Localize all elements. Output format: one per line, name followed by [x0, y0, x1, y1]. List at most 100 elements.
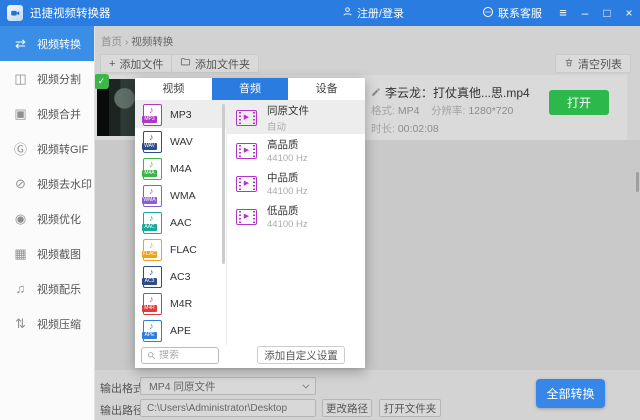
file-duration: 时长: 00:02:08 — [371, 123, 439, 135]
sidebar: ⇄ 视频转换 ◫ 视频分割 ▣ 视频合并 Ⓖ 视频转GIF ⊘ 视频去水印 ◉ … — [0, 26, 95, 420]
open-file-button[interactable]: 打开 — [549, 90, 609, 115]
video-convert-icon: ⇄ — [15, 35, 26, 51]
add-custom-setting-button[interactable]: 添加自定义设置 — [257, 346, 345, 364]
file-resolution: 分辨率: 1280*720 — [431, 105, 514, 117]
login-button[interactable]: 注册/登录 — [332, 5, 414, 21]
audio-file-icon: ♪ M4A — [142, 157, 162, 180]
minimize-icon[interactable]: – — [574, 0, 596, 26]
video-to-gif-icon: Ⓖ — [13, 142, 27, 157]
format-list-scrollbar[interactable] — [222, 104, 225, 264]
support-label: 联系客服 — [498, 8, 542, 20]
breadcrumb: 首页 › 视频转换 — [101, 34, 173, 49]
sidebar-item-label: 视频去水印 — [37, 178, 92, 191]
film-strip-icon: ▶ — [236, 142, 257, 159]
add-folder-button[interactable]: 添加文件夹 — [171, 54, 259, 73]
format-search[interactable] — [141, 347, 219, 364]
film-strip-icon: ▶ — [236, 109, 257, 126]
sidebar-item-label: 视频合并 — [37, 108, 81, 121]
tab-video[interactable]: 视频 — [135, 78, 212, 100]
quality-option-low[interactable]: ▶ 低品质 44100 Hz — [227, 200, 365, 233]
sidebar-item-label: 视频截图 — [37, 248, 81, 261]
breadcrumb-home[interactable]: 首页 — [101, 36, 122, 48]
file-name: 李云龙：打仗真他...思.mp4 — [371, 84, 530, 101]
clear-list-button[interactable]: 清空列表 — [555, 54, 631, 73]
check-badge-icon: ✓ — [94, 74, 109, 89]
sidebar-item-video-split[interactable]: ◫ 视频分割 — [0, 61, 94, 96]
search-icon — [147, 347, 156, 365]
chat-bubble-icon — [482, 6, 494, 21]
format-option-flac[interactable]: ♪ FLAC FLAC — [135, 236, 226, 263]
format-option-mp3[interactable]: ♪ MP3 MP3 — [135, 101, 226, 128]
sidebar-item-label: 视频配乐 — [37, 283, 81, 296]
tab-audio[interactable]: 音频 — [211, 78, 289, 100]
quality-option-medium[interactable]: ▶ 中品质 44100 Hz — [227, 167, 365, 200]
support-button[interactable]: 联系客服 — [472, 5, 552, 21]
format-list: ♪ MP3 MP3 ♪ WAV WAV ♪ M4A M4A ♪ WMA WMA ♪ AAC… — [135, 101, 227, 345]
sidebar-item-video-remove-watermark[interactable]: ⊘ 视频去水印 — [0, 166, 94, 201]
maximize-icon[interactable]: □ — [596, 0, 618, 26]
login-label: 注册/登录 — [356, 8, 404, 20]
quality-list: ▶ 同原文件 自动 ▶ 高品质 44100 Hz ▶ 中品质 44100 Hz — [227, 101, 365, 345]
video-remove-watermark-icon: ⊘ — [15, 175, 26, 191]
plus-icon: + — [109, 57, 116, 70]
output-path-input[interactable] — [140, 399, 316, 417]
audio-file-icon: ♪ WMA — [142, 184, 162, 207]
format-option-ape[interactable]: ♪ APE APE — [135, 317, 226, 344]
audio-file-icon: ♪ WAV — [142, 130, 162, 153]
audio-file-icon: ♪ MP3 — [142, 103, 162, 126]
sidebar-item-video-compress[interactable]: ⇅ 视频压缩 — [0, 306, 94, 341]
sidebar-item-video-music[interactable]: ♫ 视频配乐 — [0, 271, 94, 306]
sidebar-item-video-merge[interactable]: ▣ 视频合并 — [0, 96, 94, 131]
sidebar-item-video-optimize[interactable]: ◉ 视频优化 — [0, 201, 94, 236]
app-title: 迅捷视频转换器 — [30, 8, 111, 20]
chevron-down-icon — [302, 381, 310, 389]
audio-file-icon: ♪ APE — [142, 319, 162, 342]
sidebar-item-video-screenshot[interactable]: ▦ 视频截图 — [0, 236, 94, 271]
format-option-m4a[interactable]: ♪ M4A M4A — [135, 155, 226, 182]
file-format: 格式: MP4 — [371, 105, 420, 117]
open-folder-button[interactable]: 打开文件夹 — [379, 399, 441, 417]
change-path-button[interactable]: 更改路径 — [322, 399, 372, 417]
sidebar-item-video-convert[interactable]: ⇄ 视频转换 — [0, 26, 94, 61]
format-option-wma[interactable]: ♪ WMA WMA — [135, 182, 226, 209]
pencil-icon[interactable] — [371, 86, 381, 100]
format-picker-popup: 视频 音频 设备 ♪ MP3 MP3 ♪ WAV WAV ♪ M4A M4A ♪ WMA… — [135, 78, 366, 368]
video-music-icon: ♫ — [15, 281, 26, 296]
person-icon — [342, 6, 353, 20]
video-screenshot-icon: ▦ — [14, 245, 27, 261]
search-input[interactable] — [159, 350, 211, 361]
video-split-icon: ◫ — [14, 70, 27, 86]
sidebar-item-video-to-gif[interactable]: Ⓖ 视频转GIF — [0, 131, 94, 166]
folder-icon — [180, 57, 191, 70]
breadcrumb-current: 视频转换 — [131, 36, 174, 48]
sidebar-item-label: 视频分割 — [37, 73, 81, 86]
main-area: 首页 › 视频转换 + 添加文件 添加文件夹 清空列表 ✓ 李云龙：打仗真他..… — [94, 26, 640, 420]
format-option-aac[interactable]: ♪ AAC AAC — [135, 209, 226, 236]
quality-option-high[interactable]: ▶ 高品质 44100 Hz — [227, 134, 365, 167]
video-merge-icon: ▣ — [14, 105, 27, 121]
format-option-wav[interactable]: ♪ WAV WAV — [135, 128, 226, 155]
menu-icon[interactable]: ≡ — [552, 0, 574, 26]
audio-file-icon: ♪ M4R — [142, 292, 162, 315]
add-file-button[interactable]: + 添加文件 — [100, 54, 173, 73]
sidebar-item-label: 视频优化 — [37, 213, 81, 226]
sidebar-item-label: 视频转GIF — [37, 143, 89, 156]
quality-option-same-as-source[interactable]: ▶ 同原文件 自动 — [227, 101, 365, 134]
output-format-select[interactable]: MP4 同原文件 — [140, 377, 316, 395]
sidebar-item-label: 视频压缩 — [37, 318, 81, 331]
format-option-m4r[interactable]: ♪ M4R M4R — [135, 290, 226, 317]
main-scrollbar[interactable] — [636, 172, 639, 192]
audio-file-icon: ♪ FLAC — [142, 238, 162, 261]
video-compress-icon: ⇅ — [15, 315, 26, 331]
breadcrumb-separator: › — [124, 36, 129, 48]
trash-icon — [564, 57, 574, 71]
titlebar: 迅捷视频转换器 注册/登录 联系客服 ≡ – □ × — [0, 0, 640, 26]
format-option-ac3[interactable]: ♪ AC3 AC3 — [135, 263, 226, 290]
tab-device[interactable]: 设备 — [288, 78, 366, 100]
format-tabs: 视频 音频 设备 — [135, 78, 366, 101]
close-icon[interactable]: × — [618, 0, 640, 26]
sidebar-item-label: 视频转换 — [37, 38, 81, 51]
convert-all-button[interactable]: 全部转换 — [536, 379, 605, 408]
audio-file-icon: ♪ AAC — [142, 211, 162, 234]
video-optimize-icon: ◉ — [14, 210, 27, 226]
